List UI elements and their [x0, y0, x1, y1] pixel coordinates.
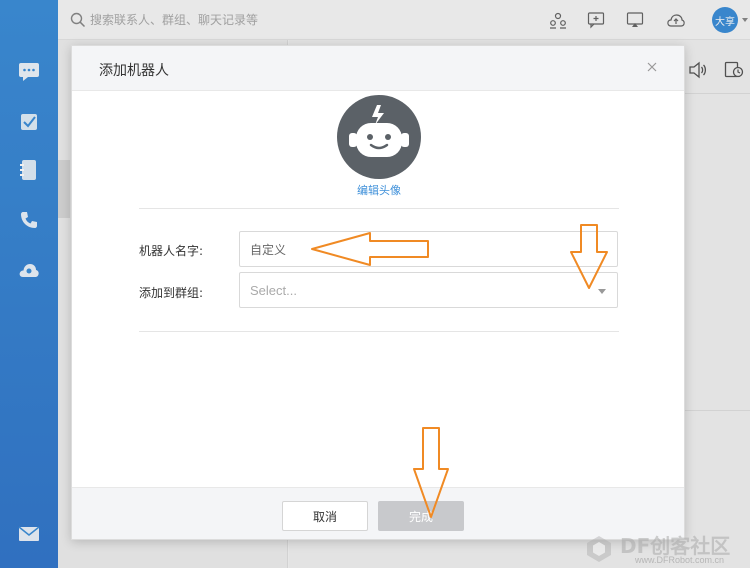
watermark: DF创客社区 www.DFRobot.com.cn: [580, 528, 750, 568]
arrow-down-to-group-select: [570, 224, 608, 289]
watermark-url: www.DFRobot.com.cn: [635, 555, 725, 565]
annotation-arrows: [311, 224, 608, 518]
arrow-left-to-name-input: [311, 232, 429, 266]
arrow-down-to-done-button: [413, 427, 449, 518]
watermark-logo-icon: [587, 536, 611, 562]
